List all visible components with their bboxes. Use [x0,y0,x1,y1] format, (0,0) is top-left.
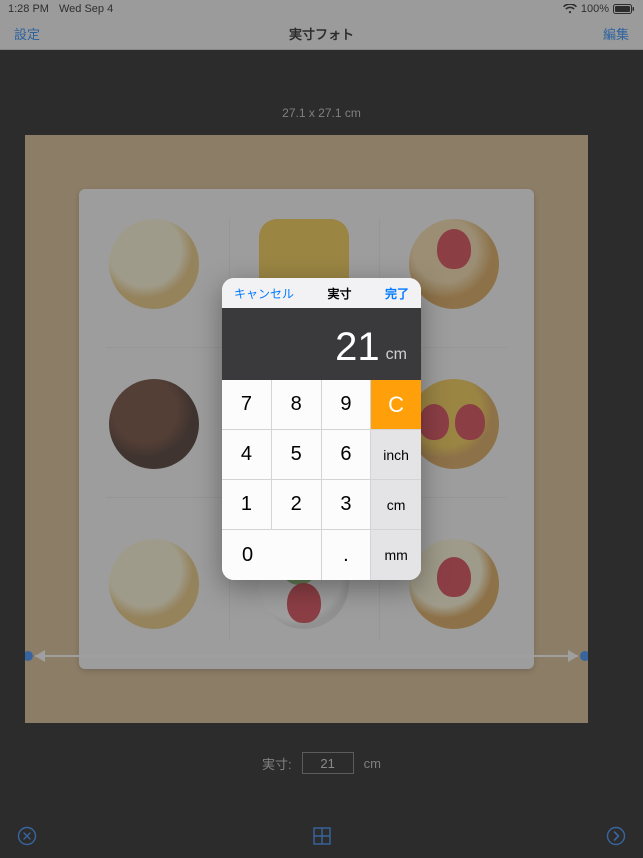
bottom-toolbar [0,814,643,858]
done-button[interactable]: 完了 [385,285,409,302]
keypad-unit: cm [386,346,407,370]
wifi-icon [563,4,577,14]
grid-button[interactable] [311,825,333,847]
size-unit-label: cm [364,756,381,771]
size-keypad-popover: キャンセル 実寸 完了 21 cm 7 8 9 C 4 5 6 inch 1 2… [222,278,421,580]
keypad-display: 21 cm [222,308,421,380]
key-4[interactable]: 4 [222,430,272,480]
key-clear[interactable]: C [371,380,421,430]
key-2[interactable]: 2 [272,480,322,530]
status-date: Wed Sep 4 [59,3,113,15]
settings-button[interactable]: 設定 [14,24,40,43]
key-6[interactable]: 6 [322,430,372,480]
key-inch[interactable]: inch [371,430,421,480]
popover-title: 実寸 [327,285,351,302]
size-input[interactable] [302,752,354,774]
key-mm[interactable]: mm [371,530,421,580]
key-8[interactable]: 8 [272,380,322,430]
battery-icon [613,4,635,14]
ruler-handle-right[interactable] [580,651,588,661]
status-battery-pct: 100% [581,3,609,15]
size-input-row: 実寸: cm [0,752,643,774]
nav-bar: 設定 実寸フォト 編集 [0,18,643,50]
edit-button[interactable]: 編集 [603,24,629,43]
key-9[interactable]: 9 [322,380,372,430]
popover-header: キャンセル 実寸 完了 [222,278,421,308]
keypad: 7 8 9 C 4 5 6 inch 1 2 3 cm 0 . mm [222,380,421,580]
dimensions-label: 27.1 x 27.1 cm [0,106,643,120]
key-7[interactable]: 7 [222,380,272,430]
status-time: 1:28 PM [8,3,49,15]
key-0[interactable]: 0 [222,530,322,580]
ruler-arrow-right-icon [568,650,578,662]
next-button[interactable] [605,825,627,847]
measurement-ruler[interactable] [35,655,578,657]
key-cm[interactable]: cm [371,480,421,530]
close-button[interactable] [16,825,38,847]
status-bar: 1:28 PM Wed Sep 4 100% [0,0,643,18]
keypad-value: 21 [335,325,380,370]
key-1[interactable]: 1 [222,480,272,530]
cancel-button[interactable]: キャンセル [234,285,294,302]
ruler-arrow-left-icon [35,650,45,662]
key-3[interactable]: 3 [322,480,372,530]
size-label: 実寸: [262,754,292,773]
page-title: 実寸フォト [0,24,643,43]
key-dot[interactable]: . [322,530,372,580]
ruler-handle-left[interactable] [25,651,33,661]
key-5[interactable]: 5 [272,430,322,480]
